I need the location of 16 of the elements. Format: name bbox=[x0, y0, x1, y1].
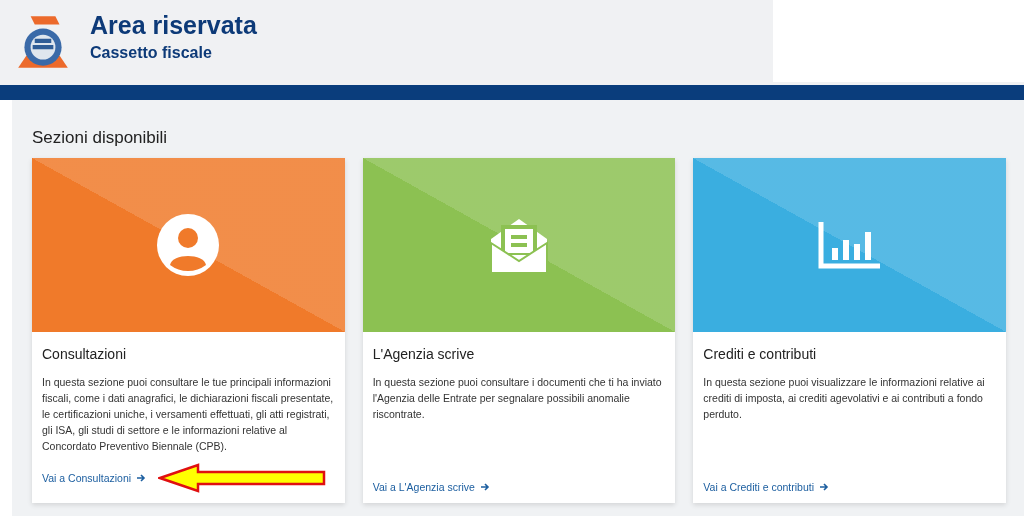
section-link[interactable]: Vai a Crediti e contributi bbox=[703, 481, 830, 493]
section-link[interactable]: Vai a L'Agenzia scrive bbox=[372, 481, 490, 493]
card-title: Consultazioni bbox=[42, 346, 128, 362]
card-description: In questa sezione puoi consultare i documenti che ti ha inviato l'Agenzia delle Entrate per segnalare possibili anomalie riscontrate. bbox=[372, 375, 663, 422]
site-subtitle: Cassetto fiscale bbox=[90, 44, 213, 62]
arrow-right-icon bbox=[479, 482, 490, 492]
card-description: In questa sezione puoi visualizzare le informazioni relative ai crediti di imposta, ai crediti agevolativi e ai contributi a fondo perduto. bbox=[703, 375, 986, 422]
card-title: Crediti e contributi bbox=[703, 346, 818, 362]
user-icon bbox=[156, 213, 221, 277]
arrow-right-icon bbox=[819, 482, 830, 492]
arrow-right-icon bbox=[136, 473, 147, 483]
site-title: Area riservata bbox=[90, 11, 257, 40]
card-title: L'Agenzia scrive bbox=[372, 346, 476, 362]
section-link[interactable]: Vai a Consultazioni bbox=[42, 472, 147, 484]
card-description: In questa sezione puoi consultare le tue principali informazioni fiscali, come i dati anagrafici, le dichiarazioni fiscali presentate, le certificazioni uniche, i versamenti effettuati, gli atti registrati, gli ISA, gli studi di settore e le informazioni relative al Concordato Preventivo Biennale (CPB). bbox=[42, 375, 335, 454]
section-heading: Sezioni disponibili bbox=[32, 127, 169, 149]
